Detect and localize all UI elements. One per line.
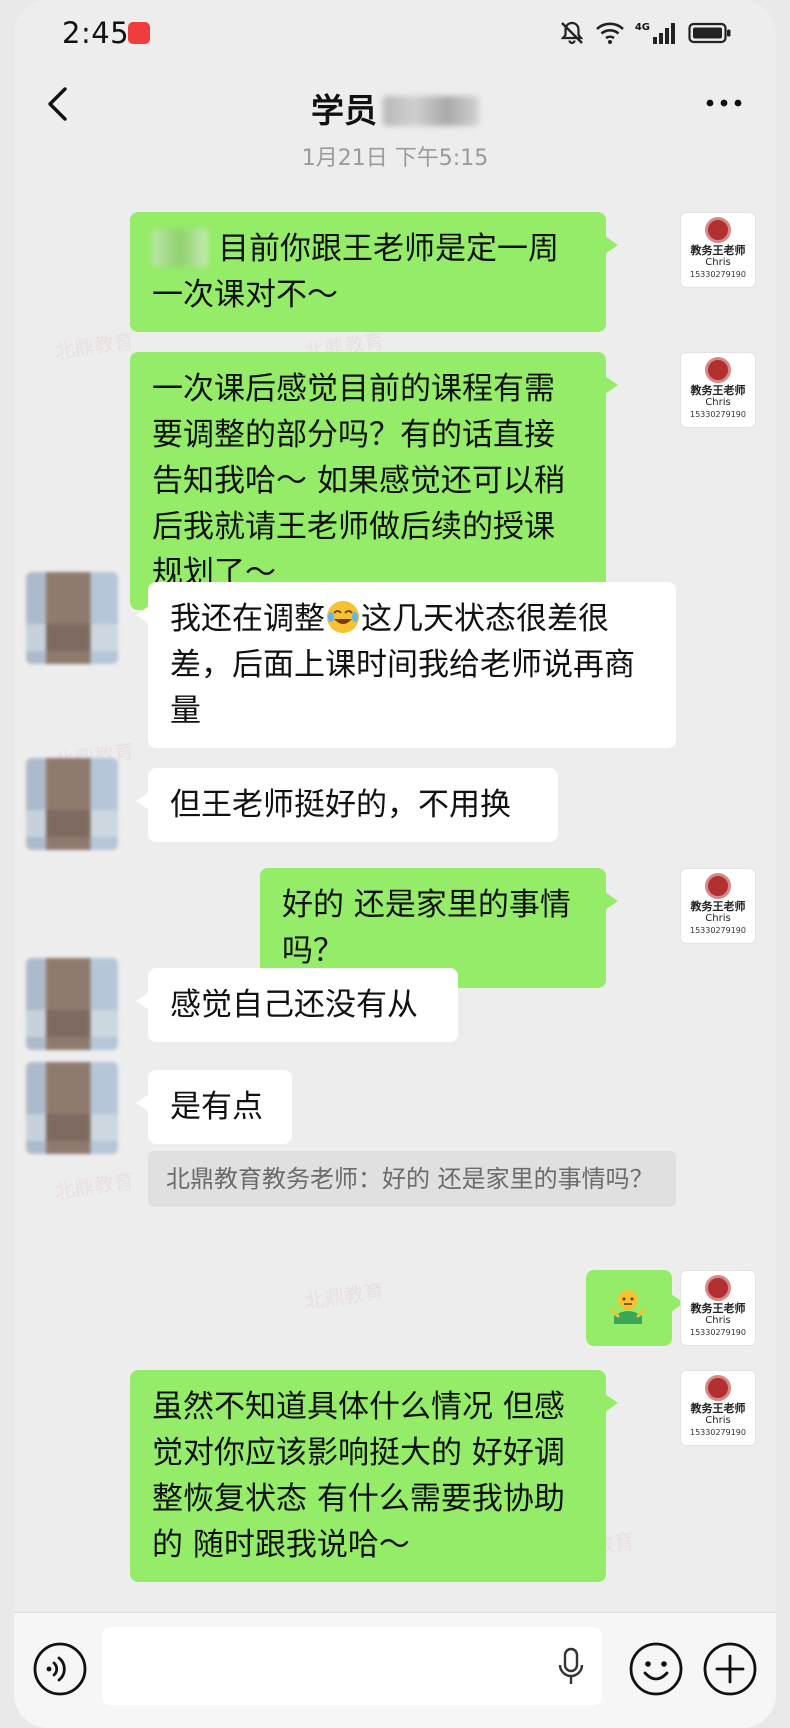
battery-icon — [688, 22, 731, 44]
teacher-avatar[interactable]: 教务王老师 Chris 15330279190 — [680, 1270, 756, 1346]
school-logo-icon — [705, 1375, 731, 1401]
blurred-name — [383, 96, 479, 126]
network-type: 4G — [634, 21, 650, 33]
sent-emoji-bubble[interactable] — [586, 1270, 684, 1346]
status-time: 2:45 — [62, 16, 130, 50]
message-input-bar — [14, 1612, 776, 1728]
notification-app-icon — [128, 22, 150, 44]
shrug-emoji-icon — [610, 1290, 646, 1324]
chat-header: 学员 — [14, 66, 776, 142]
received-message-bubble[interactable]: 我还在调整 这几天状态很差很差，后面上课时间我给老师说再商量 — [136, 582, 676, 748]
quoted-message[interactable]: 北鼎教育教务老师：好的 还是家里的事情吗？ — [148, 1151, 676, 1207]
student-avatar[interactable] — [26, 758, 118, 850]
sent-message-bubble[interactable]: 虽然不知道具体什么情况 但感觉对你应该影响挺大的 好好调整恢复状态 有什么需要我… — [130, 1370, 618, 1582]
teacher-avatar[interactable]: 教务王老师 Chris 15330279190 — [680, 352, 756, 428]
student-avatar[interactable] — [26, 958, 118, 1050]
sent-message-bubble[interactable]: 目前你跟王老师是定一周一次课对不～ — [130, 212, 618, 332]
wifi-icon — [595, 22, 624, 44]
school-logo-icon — [705, 873, 731, 899]
chat-title: 学员 — [14, 84, 776, 132]
watermark: 北鼎教育 — [302, 1278, 386, 1314]
more-actions-plus-icon[interactable] — [702, 1641, 758, 1697]
microphone-icon[interactable] — [556, 1647, 586, 1687]
received-message-bubble[interactable]: 但王老师挺好的，不用换 — [136, 768, 558, 842]
message-input[interactable] — [102, 1627, 602, 1705]
phone-screen: 2:45 4G 学员 1月21日 下午5:15 北鼎教育 北鼎教育 北鼎教育 北… — [14, 0, 776, 1728]
more-options-icon[interactable] — [702, 88, 746, 118]
status-bar: 2:45 4G — [14, 0, 776, 66]
sent-message-bubble[interactable]: 一次课后感觉目前的课程有需要调整的部分吗？有的话直接告知我哈～ 如果感觉还可以稍… — [130, 352, 618, 610]
received-message-bubble[interactable]: 是有点 — [136, 1070, 292, 1144]
school-logo-icon — [705, 1275, 731, 1301]
mute-bell-icon — [560, 21, 584, 45]
chat-title-text: 学员 — [311, 91, 377, 130]
student-avatar[interactable] — [26, 572, 118, 664]
school-logo-icon — [705, 217, 731, 243]
student-avatar[interactable] — [26, 1062, 118, 1154]
emoji-picker-icon[interactable] — [628, 1641, 684, 1697]
teacher-avatar[interactable]: 教务王老师 Chris 15330279190 — [680, 212, 756, 288]
crying-laughing-emoji-icon — [327, 601, 359, 633]
teacher-avatar[interactable]: 教务王老师 Chris 15330279190 — [680, 868, 756, 944]
teacher-avatar[interactable]: 教务王老师 Chris 15330279190 — [680, 1370, 756, 1446]
watermark: 北鼎教育 — [52, 328, 136, 364]
watermark: 北鼎教育 — [52, 1168, 136, 1204]
blurred-name — [152, 229, 208, 267]
status-icons: 4G — [559, 20, 732, 46]
message-timestamp: 1月21日 下午5:15 — [301, 146, 489, 171]
voice-mode-icon[interactable] — [32, 1641, 88, 1697]
received-message-bubble[interactable]: 感觉自己还没有从 — [136, 968, 458, 1042]
school-logo-icon — [705, 357, 731, 383]
signal-icon — [653, 23, 675, 44]
